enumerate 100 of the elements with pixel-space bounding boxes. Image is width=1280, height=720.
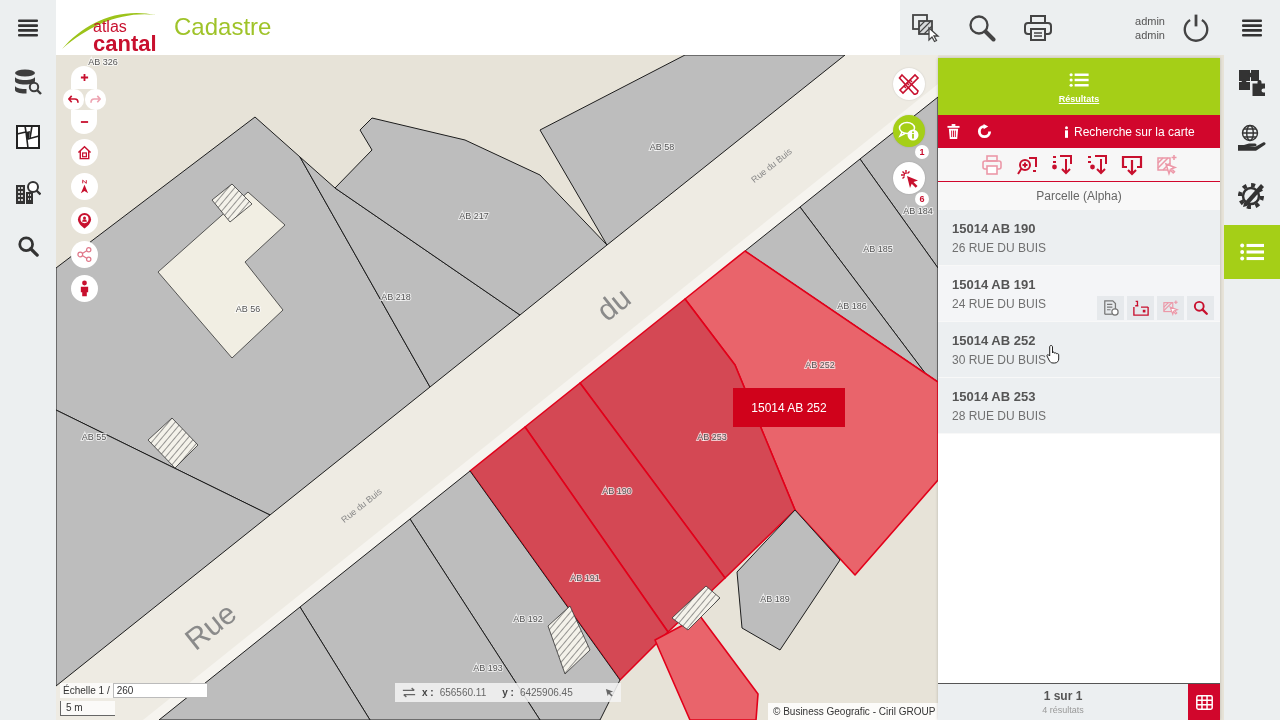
parcel-label: AB 218 [381,292,411,303]
street-label: Rue du Buis [749,146,794,185]
land-parcel[interactable] [158,606,371,720]
tray-download-icon[interactable] [1120,153,1143,176]
minus-icon [79,120,89,124]
undo-arrow-icon [67,95,79,104]
menu-icon[interactable] [18,18,38,37]
parcel-id: 15014 AB 190 [952,220,1037,236]
gear-pencil-icon [1237,180,1267,210]
parcel-label: AB 190 [602,486,632,497]
puzzle-icon [1238,69,1266,97]
info-icon [1064,125,1069,138]
result-item[interactable]: 15014 AB 190 26 RUE DU BUIS [938,210,1220,266]
land-parcel[interactable] [469,426,669,681]
search-icon[interactable] [968,13,996,42]
group-header: Parcelle (Alpha) [938,182,1220,210]
land-parcel[interactable] [684,250,938,576]
info-bubble-icon [898,120,920,142]
coordinate-value: 6425906.45 [519,687,573,698]
street-label: du [590,280,637,328]
database-search-icon[interactable] [14,69,42,95]
coordinate-label: y : [502,687,514,698]
home-icon [76,145,92,160]
list-icon [1240,243,1264,261]
zoom-in-button[interactable] [71,66,97,89]
parcel-label: AB 252 [805,360,835,371]
land-parcel[interactable] [654,615,759,720]
result-item[interactable]: 15014 AB 253 28 RUE DU BUIS [938,378,1220,434]
panel-title: Résultats [1058,94,1100,104]
north-arrow-icon [79,179,89,194]
parcel-label: AB 326 [88,57,118,68]
location-pin-icon [76,212,92,229]
coordinate-value: 656560.11 [439,687,487,698]
parcel-map-icon[interactable] [16,125,40,149]
list-download-icon[interactable] [1050,153,1073,176]
map-search-button[interactable]: Recherche sur la carte [1064,124,1195,139]
parcel-tooltip: 15014 AB 252 [733,388,845,427]
cursor-sparkle-icon [898,167,920,189]
label-button[interactable] [1127,295,1154,320]
cursor-arrow-icon[interactable] [605,688,614,697]
parcel-label: AB 56 [235,304,261,315]
parcel-number-icon [1132,299,1149,316]
parcel-id: 15014 AB 191 [952,276,1037,292]
result-item[interactable]: 15014 AB 252 30 RUE DU BUIS [938,322,1220,378]
street-label: Rue du Buis [339,486,384,525]
parcel-id: 15014 AB 252 [952,332,1037,348]
land-parcel[interactable] [524,382,726,633]
attribution: © Business Geografic - Ciril GROUP [768,703,941,720]
parcel-label: AB 191 [570,573,600,584]
plus-icon [79,73,89,82]
building-search-icon[interactable] [15,179,41,205]
logo-text: cantal [93,33,158,54]
selection-icon[interactable] [911,12,941,43]
parcel-label: AB 192 [513,614,543,625]
scale-label: Échelle 1 / [60,683,113,698]
search-icon[interactable] [17,235,39,257]
trash-icon[interactable] [947,124,960,139]
person-icon [78,280,90,297]
zoom-out-button[interactable] [71,110,97,134]
land-parcel[interactable] [736,509,841,651]
list-icon [1069,73,1089,87]
hatched-building [547,605,591,675]
menu-icon[interactable] [1242,18,1262,37]
count-badge: 1 [915,145,929,159]
parcel-address: 28 RUE DU BUIS [952,408,1047,423]
parcel-label: AB 58 [649,142,675,153]
parcel-label: AB 217 [459,211,489,222]
table-icon [1195,694,1213,710]
parcel-label: AB 253 [697,432,727,443]
app-title: Cadastre [174,12,272,41]
hand-cursor-icon [1046,344,1060,364]
table-view-button[interactable] [1188,684,1220,720]
scale-input[interactable]: 260 [112,683,208,698]
parcel-label: AB 193 [473,663,503,674]
page-indicator: 1 sur 1 [1043,689,1083,703]
parcel-label: AB 55 [81,432,107,443]
search-icon [1193,300,1208,315]
zoom-button[interactable] [1187,295,1214,320]
result-item[interactable]: 15014 AB 191 24 RUE DU BUIS [938,266,1220,322]
parcel-label: AB 185 [863,244,893,255]
parcel-label: AB 184 [903,206,933,217]
parcel-address: 24 RUE DU BUIS [952,296,1047,311]
sheet-button[interactable] [1097,295,1124,320]
parcel-address: 30 RUE DU BUIS [952,352,1047,367]
select-add-icon [1162,299,1179,316]
power-icon[interactable] [1181,12,1211,43]
land-parcel[interactable] [539,55,846,246]
logo-text: atlas [93,19,128,34]
refresh-icon[interactable] [977,124,992,139]
swap-icon[interactable] [402,687,416,698]
count-badge: 6 [915,192,929,206]
parcel-label: AB 189 [760,594,790,605]
user-name: admin [1135,27,1165,42]
coordinate-label: x : [422,687,434,698]
list-download-icon[interactable] [1085,153,1108,176]
parcel-id: 15014 AB 253 [952,388,1037,404]
scale-bar: 5 m [60,701,115,716]
print-icon[interactable] [1023,13,1053,42]
hatched-building [211,183,253,223]
globe-hand-icon [1237,124,1267,154]
